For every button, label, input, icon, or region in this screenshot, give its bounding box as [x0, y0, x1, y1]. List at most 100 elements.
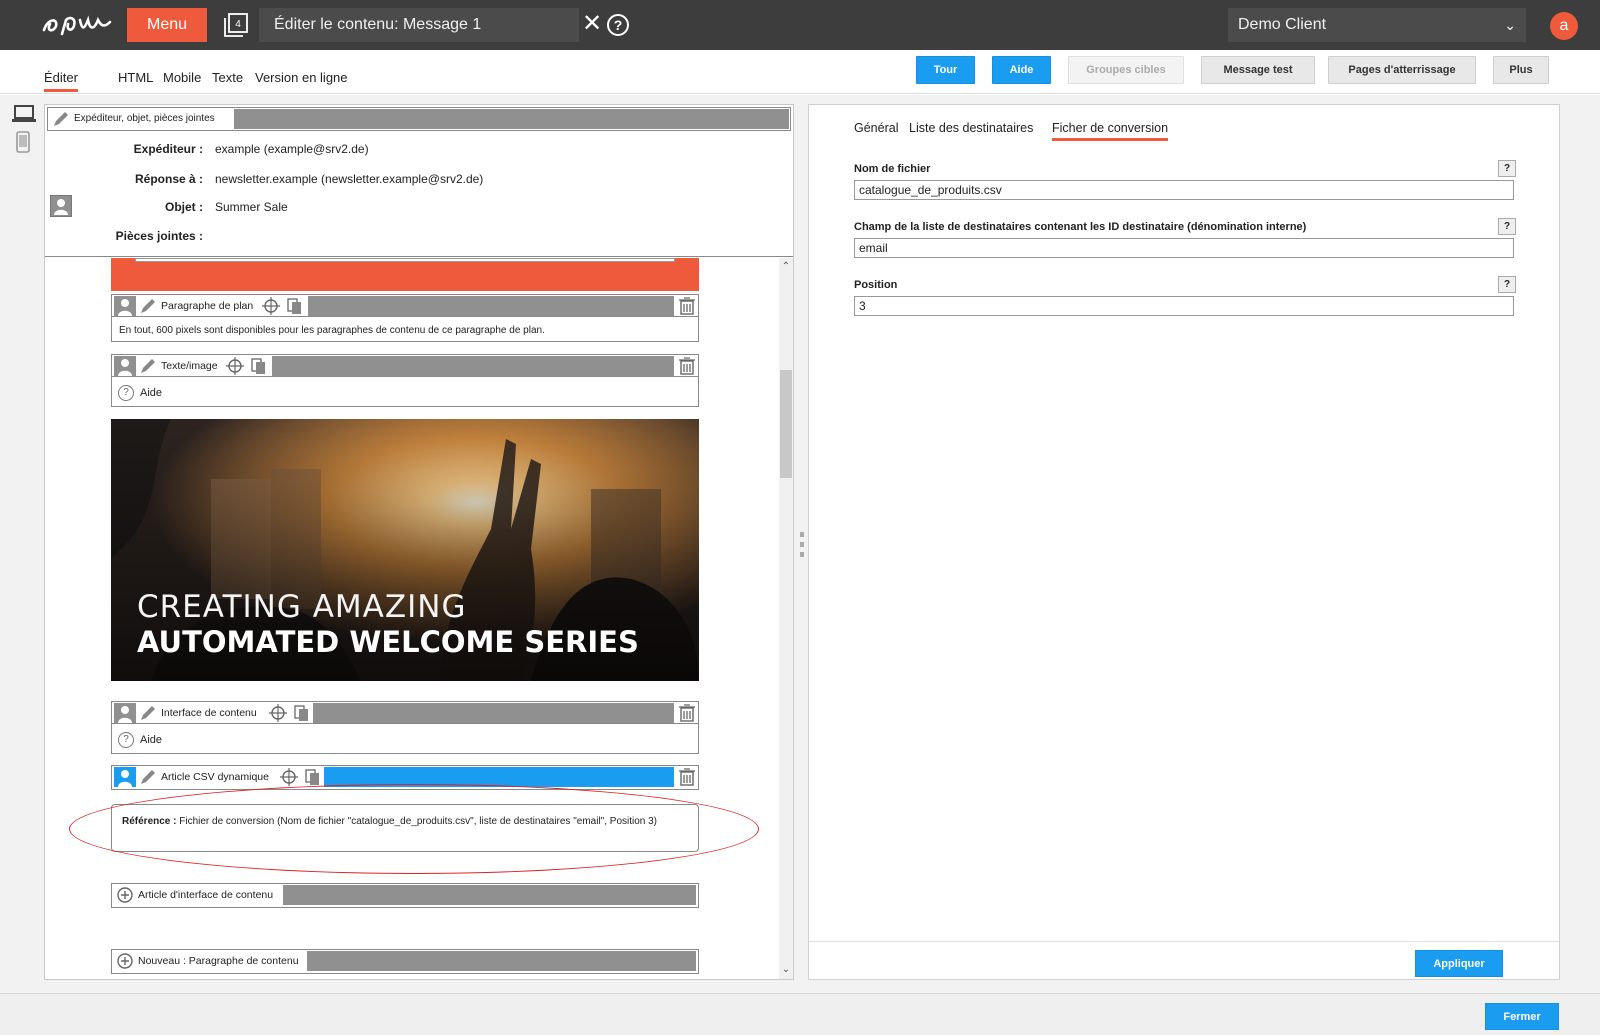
block-bar-fill [307, 951, 696, 971]
pencil-icon[interactable] [139, 357, 157, 375]
tab-general[interactable]: Général [854, 121, 898, 135]
highlight-ellipse [69, 784, 759, 874]
block-nouveau-paragraphe[interactable]: Nouveau : Paragraphe de contenu [111, 949, 699, 974]
windows-icon[interactable]: 4 [224, 13, 248, 37]
block-bar: Nouveau : Paragraphe de contenu [112, 950, 698, 972]
block-label: Texte/image [161, 360, 218, 372]
close-icon[interactable]: ✕ [580, 12, 604, 36]
footer-bar: Fermer [0, 993, 1600, 1035]
pencil-icon[interactable] [139, 704, 157, 722]
block-interface-de-contenu[interactable]: Interface de contenu ? Aide [111, 701, 699, 754]
aide-link[interactable]: Aide [140, 387, 162, 399]
message-test-button[interactable]: Message test [1201, 56, 1315, 84]
block-bar: Article d'interface de contenu [112, 884, 698, 906]
block-label: Article CSV dynamique [161, 771, 269, 783]
header-strip[interactable]: Expéditeur, objet, pièces jointes [47, 107, 791, 131]
filename-label: Nom de fichier [854, 163, 931, 175]
header-image-band [111, 258, 699, 291]
trash-icon[interactable] [678, 297, 696, 315]
help-icon[interactable]: ? [118, 732, 134, 748]
header-strip-label: Expéditeur, objet, pièces jointes [74, 113, 215, 124]
tab-version-en-ligne[interactable]: Version en ligne [255, 70, 348, 85]
block-paragraphe-de-plan[interactable]: Paragraphe de plan En tout, 600 pixels s… [111, 294, 699, 342]
plus-circle-icon[interactable] [116, 886, 134, 904]
person-icon[interactable] [50, 195, 72, 217]
position-input[interactable] [854, 296, 1514, 316]
content-scroll-area[interactable]: Paragraphe de plan En tout, 600 pixels s… [45, 258, 793, 979]
scroll-up-icon[interactable]: ⌃ [779, 260, 793, 274]
chevron-down-icon: ⌄ [1504, 17, 1516, 33]
hero-image[interactable]: CREATING AMAZING AUTOMATED WELCOME SERIE… [111, 419, 699, 681]
properties-panel: Général Liste des destinataires Ficher d… [808, 104, 1560, 980]
windows-count: 4 [235, 19, 241, 30]
hero-headline-2: AUTOMATED WELCOME SERIES [137, 625, 639, 659]
copy-icon[interactable] [250, 357, 268, 375]
pencil-icon[interactable] [139, 768, 157, 786]
filename-input[interactable] [854, 180, 1514, 200]
tour-button[interactable]: Tour [916, 56, 975, 84]
tab-editer[interactable]: Éditer [44, 70, 78, 92]
recipient-field-input[interactable] [854, 238, 1514, 258]
plus-button[interactable]: Plus [1493, 56, 1549, 84]
crosshair-icon[interactable] [280, 768, 298, 786]
hero-headline-1: CREATING AMAZING [137, 589, 467, 625]
trash-icon[interactable] [678, 704, 696, 722]
scroll-down-icon[interactable]: ⌄ [779, 963, 793, 977]
help-button[interactable]: ? [1498, 218, 1516, 235]
tab-texte[interactable]: Texte [212, 70, 243, 85]
episerver-logo[interactable] [40, 4, 112, 44]
block-description: En tout, 600 pixels sont disponibles pou… [119, 325, 545, 336]
header-panel: Expéditeur, objet, pièces jointes Expédi… [45, 105, 793, 257]
tab-mobile[interactable]: Mobile [163, 70, 201, 85]
pencil-icon[interactable] [52, 110, 70, 128]
person-icon[interactable] [114, 703, 136, 723]
block-bar-fill [283, 885, 696, 905]
editor-scrollbar[interactable]: ⌃ ⌄ [779, 258, 793, 979]
client-select[interactable]: Demo Client ⌄ [1228, 8, 1526, 42]
person-icon[interactable] [114, 296, 136, 316]
block-bar: Texte/image [112, 355, 698, 377]
aide-link[interactable]: Aide [140, 734, 162, 746]
splitter-handle[interactable] [798, 530, 806, 560]
panel-separator [809, 941, 1559, 942]
copy-icon[interactable] [286, 297, 304, 315]
block-texte-image[interactable]: Texte/image ? Aide [111, 354, 699, 407]
block-bar-fill [308, 296, 674, 316]
position-label: Position [854, 279, 898, 291]
tab-liste-destinataires[interactable]: Liste des destinataires [909, 121, 1033, 135]
person-icon[interactable] [114, 767, 136, 787]
attachments-label: Pièces jointes : [115, 229, 203, 243]
copy-icon[interactable] [304, 768, 322, 786]
close-button[interactable]: Fermer [1485, 1003, 1559, 1030]
help-icon[interactable]: ? [118, 385, 134, 401]
tab-html[interactable]: HTML [118, 70, 153, 85]
avatar[interactable]: a [1550, 12, 1578, 40]
apply-button[interactable]: Appliquer [1415, 950, 1503, 977]
crosshair-icon[interactable] [226, 357, 244, 375]
trash-icon[interactable] [678, 357, 696, 375]
trash-icon[interactable] [678, 768, 696, 786]
block-article-interface[interactable]: Article d'interface de contenu [111, 883, 699, 908]
block-bar-fill [313, 703, 674, 723]
crosshair-icon[interactable] [262, 297, 280, 315]
pages-atterrissage-button[interactable]: Pages d'atterrissage [1328, 56, 1476, 84]
mobile-icon[interactable] [16, 131, 30, 153]
pencil-icon[interactable] [139, 297, 157, 315]
help-icon[interactable]: ? [607, 14, 629, 36]
plus-circle-icon[interactable] [116, 952, 134, 970]
aide-button[interactable]: Aide [992, 56, 1051, 84]
tab-ficher-de-conversion[interactable]: Ficher de conversion [1052, 121, 1169, 141]
groupes-cibles-button[interactable]: Groupes cibles [1068, 56, 1184, 84]
reply-value: newsletter.example (newsletter.example@s… [215, 172, 484, 186]
sender-label: Expéditeur : [133, 142, 203, 156]
crosshair-icon[interactable] [269, 704, 287, 722]
help-button[interactable]: ? [1498, 160, 1516, 177]
menu-button[interactable]: Menu [127, 8, 207, 42]
help-button[interactable]: ? [1498, 276, 1516, 293]
person-icon[interactable] [114, 356, 136, 376]
scrollbar-thumb[interactable] [780, 370, 792, 478]
copy-icon[interactable] [293, 704, 311, 722]
block-label: Article d'interface de contenu [138, 889, 274, 901]
laptop-icon[interactable] [12, 105, 36, 123]
client-name: Demo Client [1238, 16, 1327, 33]
